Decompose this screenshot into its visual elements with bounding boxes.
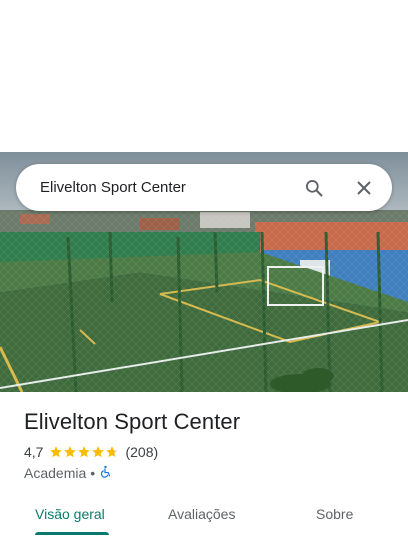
place-title: Elivelton Sport Center bbox=[24, 409, 241, 434]
tab-overview[interactable]: Visão geral bbox=[35, 496, 105, 532]
star-icon bbox=[106, 446, 119, 458]
wheelchair-icon bbox=[99, 465, 112, 481]
rating-value: 4,7 bbox=[24, 444, 44, 460]
star-icon bbox=[92, 446, 105, 458]
category-row: Academia • bbox=[24, 465, 112, 481]
place-category: Academia bbox=[24, 465, 87, 481]
review-count[interactable]: (208) bbox=[125, 444, 158, 460]
search-input[interactable]: Elivelton Sport Center bbox=[40, 179, 302, 196]
star-icon bbox=[50, 446, 63, 458]
star-icon bbox=[78, 446, 91, 458]
rating-stars bbox=[49, 445, 119, 459]
search-icon[interactable] bbox=[302, 176, 326, 200]
close-icon[interactable] bbox=[352, 176, 376, 200]
tab-about[interactable]: Sobre bbox=[316, 496, 353, 532]
star-icon bbox=[64, 446, 77, 458]
tab-reviews[interactable]: Avaliações bbox=[168, 496, 235, 532]
tab-bar: Visão geral Avaliações Sobre bbox=[0, 496, 408, 536]
search-bar[interactable]: Elivelton Sport Center bbox=[16, 164, 392, 211]
rating-row[interactable]: 4,7 (208) bbox=[24, 444, 158, 460]
separator-dot: • bbox=[90, 465, 96, 481]
active-tab-indicator bbox=[35, 532, 109, 535]
